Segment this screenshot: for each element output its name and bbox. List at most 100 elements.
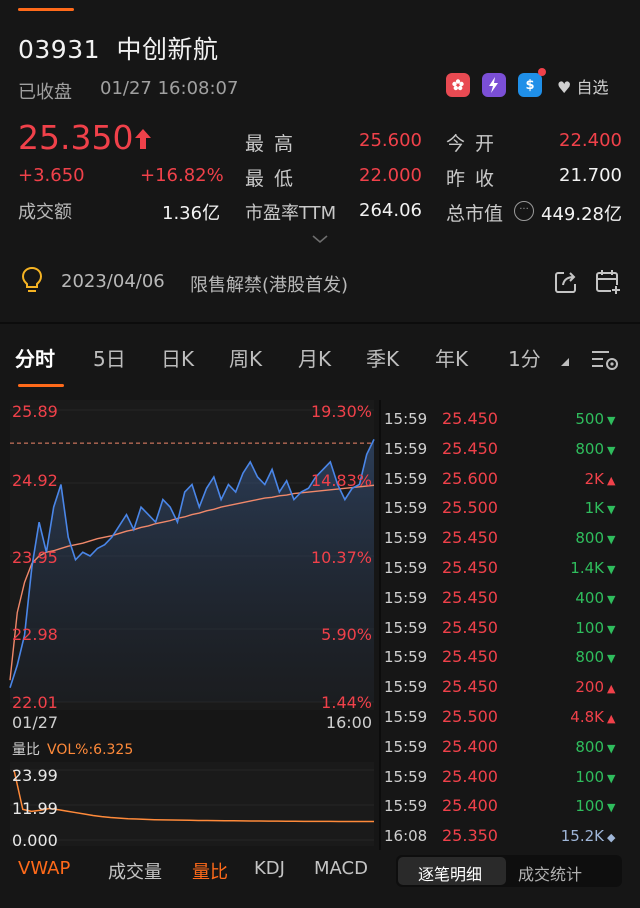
high-label: 最 高: [245, 133, 296, 155]
y-label-1: 24.92: [12, 471, 58, 490]
sub-chart-label: 量比: [12, 742, 40, 758]
trade-price: 25.450: [442, 558, 498, 577]
notice-date: 2023/04/06: [61, 271, 165, 292]
trade-price: 25.500: [442, 498, 498, 518]
chevron-down-icon[interactable]: [311, 233, 329, 245]
level2-icon[interactable]: [482, 73, 506, 97]
trade-time: 15:59: [384, 678, 428, 697]
up-triangle-icon: ▲: [607, 473, 616, 487]
trade-time: 15:59: [384, 737, 428, 756]
chart-settings-icon[interactable]: [589, 345, 621, 373]
x-label-end: 16:00: [326, 713, 372, 732]
turnover-label: 成交额: [18, 202, 72, 223]
indicator-tab-volume-ratio[interactable]: 量比: [192, 858, 228, 884]
trade-price: 25.450: [442, 677, 498, 697]
tab-quarterly-k[interactable]: 季K: [366, 343, 399, 372]
sub-chart-indicator: VOL%:6.325: [47, 742, 133, 758]
tab-5day[interactable]: 5日: [93, 343, 126, 372]
y-pct-label-2: 10.37%: [311, 548, 372, 567]
trade-price: 25.400: [442, 796, 498, 816]
x-label-start: 01/27: [12, 713, 58, 732]
y-pct-label-3: 5.90%: [321, 625, 372, 644]
tab-yearly-k[interactable]: 年K: [435, 343, 468, 372]
stock-title: 03931 中创新航: [18, 30, 219, 66]
indicator-tab-kdj[interactable]: KDJ: [254, 858, 285, 879]
down-triangle-icon: ▼: [607, 443, 616, 457]
diamond-icon: ◆: [607, 831, 616, 845]
pe-value: 264.06: [359, 200, 422, 221]
trade-price: 25.400: [442, 736, 498, 756]
trade-time: 15:59: [384, 499, 428, 518]
segment-tick-detail[interactable]: 逐笔明细: [418, 861, 482, 885]
y-label-2: 23.95: [12, 548, 58, 567]
y-pct-label-1: 14.83%: [311, 471, 372, 490]
s-icon[interactable]: $: [518, 73, 542, 97]
trade-time: 15:59: [384, 469, 428, 488]
sub-y-label-2: 0.000: [12, 831, 58, 850]
sub-plot-area: [10, 762, 374, 846]
more-info-icon[interactable]: ···: [514, 201, 534, 221]
trade-volume: 800: [575, 737, 604, 756]
stock-code: 03931: [18, 35, 101, 64]
down-triangle-icon: ▼: [607, 741, 616, 755]
watchlist-label: 自选: [576, 78, 609, 97]
y-pct-label-4: 1.44%: [321, 693, 372, 712]
indicator-tab-macd[interactable]: MACD: [314, 858, 376, 879]
tab-intraday[interactable]: 分时: [15, 343, 55, 372]
price-change: +3.650: [18, 165, 85, 186]
sub-y-label-0: 23.99: [12, 766, 58, 785]
tab-daily-k[interactable]: 日K: [161, 343, 194, 372]
down-triangle-icon: ▼: [607, 533, 616, 547]
trade-price: 25.600: [442, 468, 498, 488]
trade-price: 25.450: [442, 587, 498, 607]
tab-1min[interactable]: 1分: [508, 343, 541, 372]
calendar-add-icon[interactable]: [594, 268, 622, 296]
trade-price: 25.450: [442, 409, 498, 428]
tab-active-indicator: [18, 384, 64, 387]
notification-dot: [538, 68, 546, 76]
trade-price: 25.450: [442, 647, 498, 667]
down-triangle-icon: ▼: [607, 503, 616, 517]
high-value: 25.600: [359, 130, 422, 151]
trade-volume: 200: [575, 678, 604, 697]
down-triangle-icon: ▼: [607, 414, 616, 427]
watchlist-button[interactable]: ♥ 自选: [557, 74, 608, 98]
trade-volume: 100: [575, 618, 604, 637]
tab-monthly-k[interactable]: 月K: [298, 343, 331, 372]
low-value: 22.000: [359, 165, 422, 186]
down-triangle-icon: ▼: [607, 563, 616, 576]
trade-volume: 1.4K: [570, 559, 604, 577]
tab-weekly-k[interactable]: 周K: [229, 343, 262, 372]
down-triangle-icon: ▼: [607, 771, 616, 785]
last-price: 25.350: [18, 118, 134, 157]
segment-trade-stats[interactable]: 成交统计: [518, 861, 582, 885]
trade-volume: 1K: [584, 499, 604, 518]
low-label: 最 低: [245, 168, 296, 190]
trade-volume: 2K: [584, 469, 604, 488]
prev-close-value: 21.700: [559, 165, 622, 186]
sub-y-label-1: 11.99: [12, 799, 58, 818]
notice-text[interactable]: 限售解禁(港股首发): [190, 271, 348, 297]
trade-time: 15:59: [384, 797, 428, 816]
trade-volume: 100: [575, 767, 604, 786]
trade-volume: 800: [575, 648, 604, 667]
trade-time: 15:59: [384, 529, 428, 548]
down-triangle-icon: ▼: [607, 592, 616, 606]
indicator-tab-vwap[interactable]: VWAP: [18, 858, 70, 879]
trade-price: 25.450: [442, 438, 498, 458]
mktcap-value: 449.28亿: [541, 204, 622, 225]
trade-time: 15:59: [384, 648, 428, 667]
y-label-3: 22.98: [12, 625, 58, 644]
market-status: 已收盘: [18, 82, 72, 103]
hk-flag-icon[interactable]: [446, 73, 470, 97]
trade-price: 25.350: [442, 826, 498, 846]
trade-price: 25.400: [442, 766, 498, 786]
up-triangle-icon: ▲: [607, 712, 616, 725]
caret-icon[interactable]: [561, 358, 569, 366]
trade-time: 15:59: [384, 767, 428, 786]
share-icon[interactable]: [553, 269, 579, 295]
y-label-4: 22.01: [12, 693, 58, 712]
open-label: 今 开: [446, 133, 497, 155]
down-triangle-icon: ▼: [607, 622, 616, 636]
indicator-tab-volume[interactable]: 成交量: [108, 858, 162, 884]
